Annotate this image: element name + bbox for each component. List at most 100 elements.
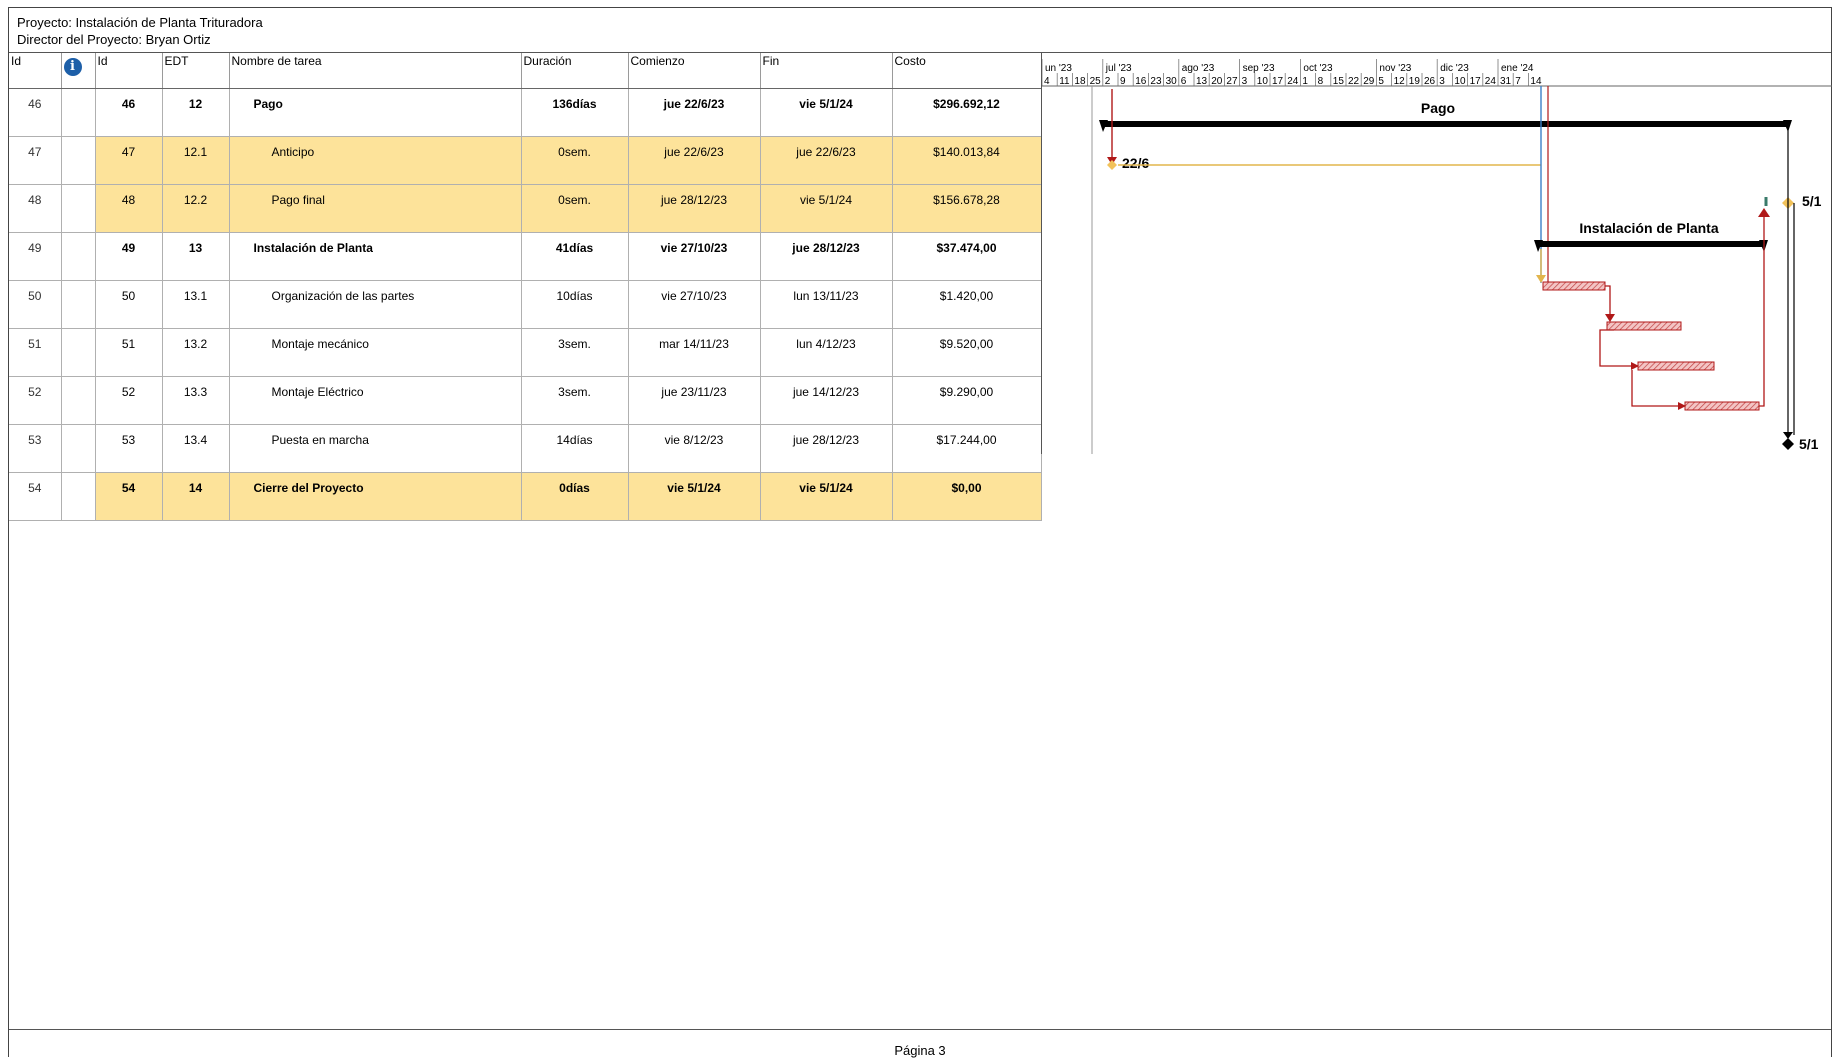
table-row[interactable]: 46 46 12 Pago 136días jue 22/6/23 vie 5/…	[9, 88, 1042, 137]
cell-edt: 13	[162, 232, 230, 281]
cell-duration: 10días	[521, 280, 629, 329]
table-row[interactable]: 49 49 13 Instalación de Planta 41días vi…	[9, 232, 1042, 281]
day-label: 1	[1302, 76, 1308, 87]
day-label: 6	[1181, 76, 1187, 87]
cell-start: vie 27/10/23	[628, 280, 761, 329]
day-label: 22	[1348, 76, 1360, 87]
table-row[interactable]: 47 47 12.1 Anticipo 0sem. jue 22/6/23 ju…	[9, 136, 1042, 185]
month-label: un '23	[1045, 63, 1072, 74]
cell-name: Anticipo	[229, 136, 522, 185]
month-label: sep '23	[1243, 63, 1275, 74]
table-row[interactable]: 54 54 14 Cierre del Proyecto 0días vie 5…	[9, 472, 1042, 521]
cell-cost: $9.290,00	[892, 376, 1042, 425]
cell-start: jue 23/11/23	[628, 376, 761, 425]
summary-bar-pago[interactable]	[1103, 121, 1788, 127]
table-row[interactable]: 52 52 13.3 Montaje Eléctrico 3sem. jue 2…	[9, 376, 1042, 425]
table-row[interactable]: 53 53 13.4 Puesta en marcha 14días vie 8…	[9, 424, 1042, 473]
cell-start: jue 22/6/23	[628, 88, 761, 137]
cell-info	[61, 232, 96, 281]
col-name[interactable]: Nombre de tarea	[229, 53, 522, 89]
col-end[interactable]: Fin	[760, 53, 893, 89]
col-rowid[interactable]: Id	[9, 53, 62, 89]
cell-name: Puesta en marcha	[229, 424, 522, 473]
day-label: 20	[1211, 76, 1223, 87]
cell-info	[61, 424, 96, 473]
report-page: Proyecto: Instalación de Planta Triturad…	[8, 7, 1832, 1058]
cell-info	[61, 376, 96, 425]
cell-edt: 13.3	[162, 376, 230, 425]
col-duration[interactable]: Duración	[521, 53, 629, 89]
col-edt[interactable]: EDT	[162, 53, 230, 89]
cell-rowid: 48	[9, 184, 62, 233]
table-row[interactable]: 51 51 13.2 Montaje mecánico 3sem. mar 14…	[9, 328, 1042, 377]
cell-id: 50	[95, 280, 163, 329]
day-label: 7	[1515, 76, 1521, 87]
day-label: 10	[1454, 76, 1466, 87]
table-row[interactable]: 48 48 12.2 Pago final 0sem. jue 28/12/23…	[9, 184, 1042, 233]
day-label: 30	[1166, 76, 1178, 87]
month-label: ago '23	[1182, 63, 1215, 74]
cell-info	[61, 184, 96, 233]
month-label: dic '23	[1440, 63, 1469, 74]
cell-edt: 13.2	[162, 328, 230, 377]
cell-end: vie 5/1/24	[760, 184, 893, 233]
day-label: 11	[1059, 76, 1070, 87]
cell-info	[61, 88, 96, 137]
cell-duration: 0sem.	[521, 136, 629, 185]
cell-edt: 13.4	[162, 424, 230, 473]
cell-rowid: 50	[9, 280, 62, 329]
day-label: 14	[1530, 76, 1542, 87]
cell-cost: $296.692,12	[892, 88, 1042, 137]
day-label: 15	[1333, 76, 1345, 87]
summary-bar-instalacion[interactable]	[1538, 241, 1764, 247]
cell-edt: 13.1	[162, 280, 230, 329]
milestone-cierre[interactable]	[1782, 438, 1794, 450]
cell-end: vie 5/1/24	[760, 88, 893, 137]
cell-start: vie 8/12/23	[628, 424, 761, 473]
cell-rowid: 47	[9, 136, 62, 185]
project-director: Director del Proyecto: Bryan Ortiz	[17, 32, 211, 47]
day-label: 8	[1318, 76, 1324, 87]
cell-info	[61, 136, 96, 185]
cell-start: jue 28/12/23	[628, 184, 761, 233]
cell-end: vie 5/1/24	[760, 472, 893, 521]
task-bar-13-1[interactable]	[1542, 281, 1606, 291]
day-label: 29	[1363, 76, 1375, 87]
cell-rowid: 49	[9, 232, 62, 281]
cell-start: vie 27/10/23	[628, 232, 761, 281]
col-info[interactable]: i	[61, 53, 96, 89]
col-id[interactable]: Id	[95, 53, 163, 89]
month-label: jul '23	[1105, 63, 1132, 74]
footer-divider	[9, 1029, 1831, 1030]
day-label: 2	[1105, 76, 1111, 87]
cell-duration: 3sem.	[521, 328, 629, 377]
day-label: 27	[1226, 76, 1238, 87]
milestone-anticipo[interactable]	[1107, 160, 1117, 170]
cell-id: 46	[95, 88, 163, 137]
cell-id: 47	[95, 136, 163, 185]
task-bar-13-2[interactable]	[1606, 321, 1682, 331]
cell-end: lun 4/12/23	[760, 328, 893, 377]
cell-name: Montaje mecánico	[229, 328, 522, 377]
cell-end: jue 28/12/23	[760, 424, 893, 473]
task-bar-13-4[interactable]	[1684, 401, 1760, 411]
cell-name: Pago final	[229, 184, 522, 233]
cell-id: 48	[95, 184, 163, 233]
cell-end: lun 13/11/23	[760, 280, 893, 329]
cell-name: Organización de las partes	[229, 280, 522, 329]
cell-id: 49	[95, 232, 163, 281]
task-table: Id i Id EDT Nombre de tarea Duración Com…	[9, 53, 1042, 521]
cell-cost: $9.520,00	[892, 328, 1042, 377]
table-row[interactable]: 50 50 13.1 Organización de las partes 10…	[9, 280, 1042, 329]
col-start[interactable]: Comienzo	[628, 53, 761, 89]
day-label: 10	[1257, 76, 1269, 87]
day-label: 24	[1485, 76, 1497, 87]
task-bar-13-3[interactable]	[1637, 361, 1715, 371]
day-label: 19	[1409, 76, 1421, 87]
cell-cost: $37.474,00	[892, 232, 1042, 281]
day-label: 24	[1287, 76, 1299, 87]
col-cost[interactable]: Costo	[892, 53, 1042, 89]
day-label: 18	[1074, 76, 1086, 87]
table-header: Id i Id EDT Nombre de tarea Duración Com…	[9, 53, 1042, 89]
cell-rowid: 54	[9, 472, 62, 521]
